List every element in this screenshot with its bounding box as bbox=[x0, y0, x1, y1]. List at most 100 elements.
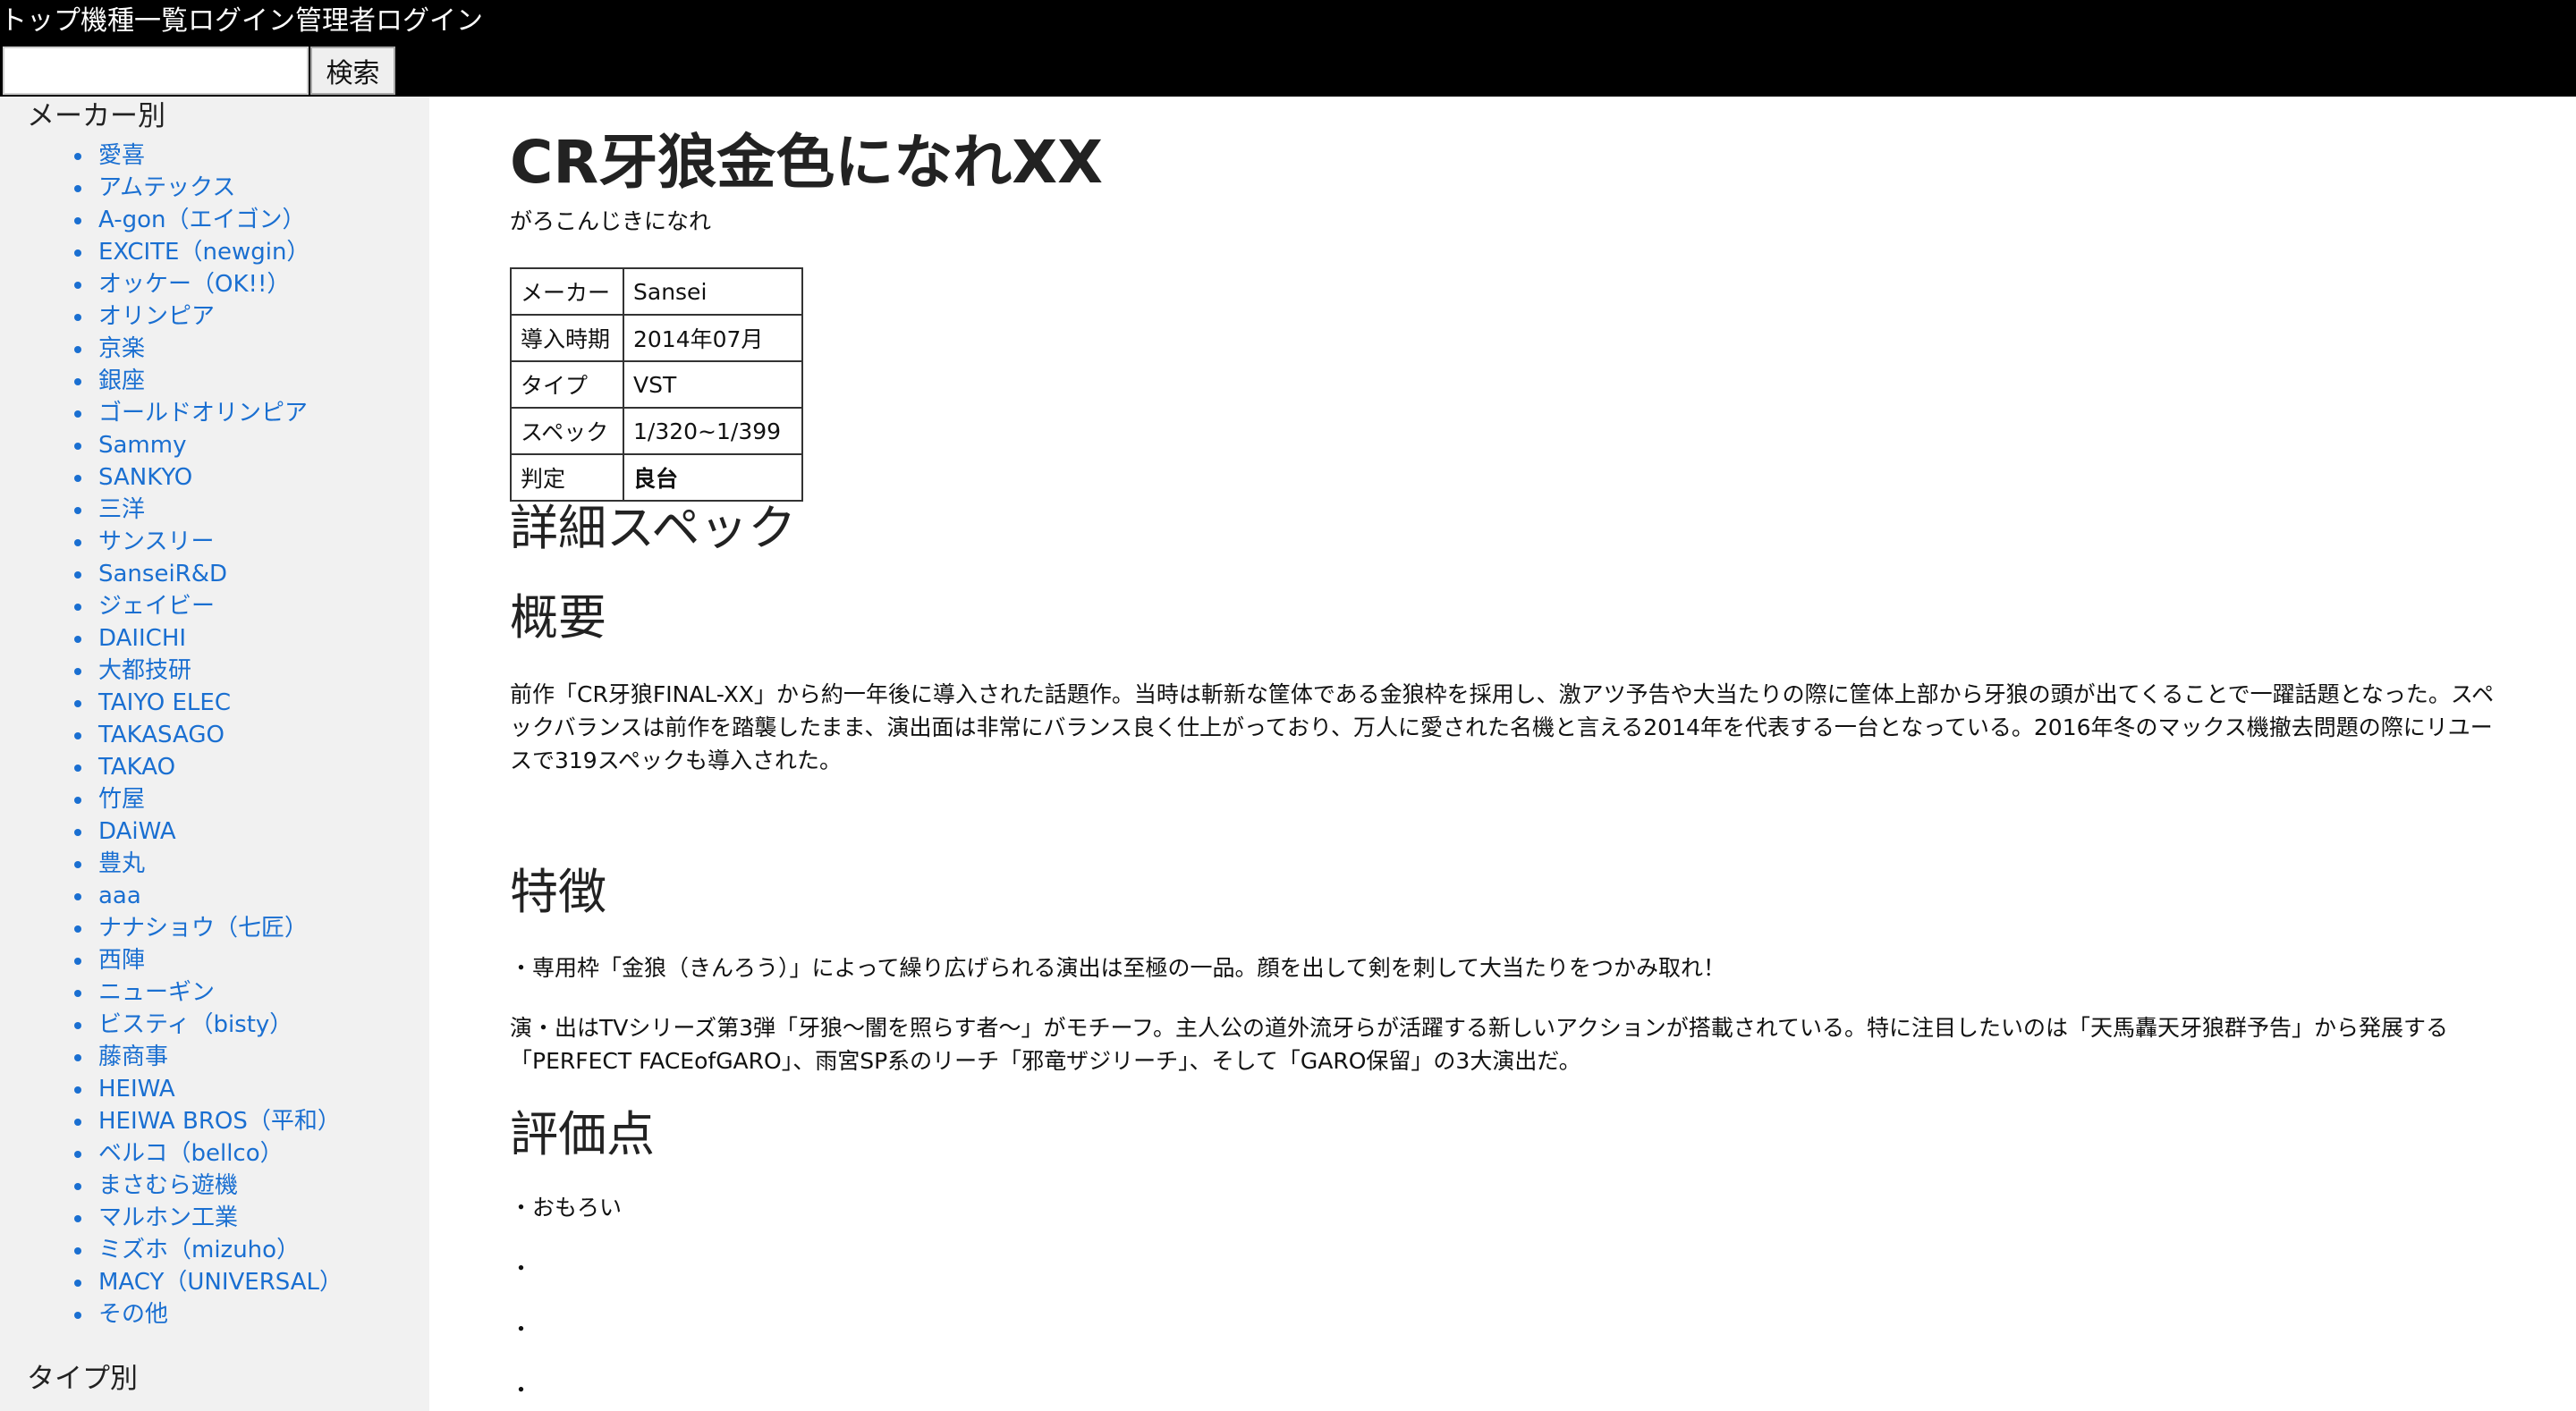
page-subtitle: がろこんじきになれ bbox=[510, 208, 712, 234]
maker-link[interactable]: サンスリー bbox=[98, 528, 214, 555]
maker-item: HEIWA BROS（平和） bbox=[73, 1105, 343, 1137]
maker-item: DAIICHI bbox=[73, 622, 343, 655]
maker-item: まさむら遊機 bbox=[73, 1170, 343, 1202]
maker-item: SANKYO bbox=[73, 461, 343, 494]
maker-item: A-gon（エイゴン） bbox=[73, 204, 343, 236]
maker-item: 京楽 bbox=[73, 333, 343, 365]
spec-row: 判定 良台 bbox=[510, 453, 803, 502]
maker-link[interactable]: 大都技研 bbox=[98, 657, 191, 684]
maker-link[interactable]: その他 bbox=[98, 1301, 168, 1328]
maker-link[interactable]: アムテックス bbox=[98, 174, 235, 201]
maker-item: ミズホ（mizuho） bbox=[73, 1234, 343, 1266]
spec-row: 導入時期 2014年07月 bbox=[510, 314, 803, 362]
nav-admin-login-link[interactable]: 管理者ログイン bbox=[295, 4, 483, 39]
spec-table: メーカー Sansei 導入時期 2014年07月 タイプ VST スペック 1… bbox=[510, 267, 803, 502]
maker-item: アムテックス bbox=[73, 172, 343, 204]
maker-link[interactable]: Sammy bbox=[98, 432, 186, 459]
maker-item: TAKAO bbox=[73, 751, 343, 783]
maker-item: 三洋 bbox=[73, 494, 343, 526]
maker-link[interactable]: 京楽 bbox=[98, 335, 145, 362]
maker-link[interactable]: HEIWA bbox=[98, 1076, 175, 1103]
maker-link[interactable]: ベルコ（bellco） bbox=[98, 1140, 284, 1167]
spec-value: 1/320~1/399 bbox=[623, 407, 803, 455]
maker-link[interactable]: TAKASAGO bbox=[98, 722, 225, 748]
maker-item: 藤商事 bbox=[73, 1041, 343, 1073]
review-item: ・ bbox=[510, 1377, 533, 1403]
nav-top-link[interactable]: トップ bbox=[0, 4, 80, 39]
spec-label: スペック bbox=[510, 407, 624, 455]
maker-link[interactable]: ナナショウ（七匠） bbox=[98, 915, 308, 942]
maker-link[interactable]: MACY（UNIVERSAL） bbox=[98, 1269, 343, 1296]
type-heading: タイプ別 bbox=[27, 1363, 138, 1395]
maker-link[interactable]: 三洋 bbox=[98, 496, 145, 523]
maker-link[interactable]: 銀座 bbox=[98, 368, 145, 394]
maker-link[interactable]: 豊丸 bbox=[98, 850, 145, 877]
maker-link[interactable]: 愛喜 bbox=[98, 142, 145, 169]
search-input[interactable] bbox=[3, 46, 309, 95]
maker-link[interactable]: EXCITE（newgin） bbox=[98, 239, 309, 266]
maker-link[interactable]: SanseiR&D bbox=[98, 561, 227, 587]
maker-link[interactable]: ゴールドオリンピア bbox=[98, 400, 308, 427]
nav-login-link[interactable]: ログイン bbox=[188, 4, 295, 39]
maker-link[interactable]: SANKYO bbox=[98, 464, 192, 491]
maker-item: ジェイビー bbox=[73, 590, 343, 622]
page-title: CR牙狼金色になれXX bbox=[510, 128, 1104, 197]
maker-link[interactable]: HEIWA BROS（平和） bbox=[98, 1108, 341, 1135]
maker-item: マルホン工業 bbox=[73, 1202, 343, 1234]
maker-item: TAKASAGO bbox=[73, 719, 343, 751]
spec-label: 導入時期 bbox=[510, 314, 624, 362]
maker-link[interactable]: DAIICHI bbox=[98, 625, 186, 652]
maker-link[interactable]: ニューギン bbox=[98, 979, 215, 1006]
maker-link[interactable]: TAIYO ELEC bbox=[98, 689, 231, 716]
maker-item: ゴールドオリンピア bbox=[73, 397, 343, 429]
review-heading: 評価点 bbox=[510, 1106, 655, 1162]
maker-item: ビスティ（bisty） bbox=[73, 1009, 343, 1041]
top-bar: トップ 機種一覧 ログイン 管理者ログイン 検索 bbox=[0, 0, 2576, 97]
sidebar: メーカー別 愛喜 アムテックス A-gon（エイゴン） EXCITE（newgi… bbox=[0, 97, 429, 1411]
maker-link[interactable]: ジェイビー bbox=[98, 593, 215, 620]
maker-item: オッケー（OK!!） bbox=[73, 268, 343, 300]
features-text-2: 演・出はTVシリーズ第3弾「牙狼〜闇を照らす者〜」がモチーフ。主人公の道外流牙ら… bbox=[510, 1015, 2449, 1074]
maker-link[interactable]: ビスティ（bisty） bbox=[98, 1011, 292, 1038]
maker-item: 大都技研 bbox=[73, 655, 343, 687]
top-nav: トップ 機種一覧 ログイン 管理者ログイン bbox=[0, 4, 483, 39]
spec-label: タイプ bbox=[510, 360, 624, 409]
main-content: CR牙狼金色になれXX がろこんじきになれ メーカー Sansei 導入時期 2… bbox=[510, 97, 2504, 1411]
maker-item: DAiWA bbox=[73, 815, 343, 848]
maker-list: 愛喜 アムテックス A-gon（エイゴン） EXCITE（newgin） オッケ… bbox=[73, 139, 343, 1331]
nav-models-link[interactable]: 機種一覧 bbox=[80, 4, 188, 39]
maker-link[interactable]: ミズホ（mizuho） bbox=[98, 1237, 300, 1263]
spec-label: メーカー bbox=[510, 267, 624, 316]
maker-item: ニューギン bbox=[73, 976, 343, 1009]
maker-link[interactable]: DAiWA bbox=[98, 818, 176, 845]
maker-link[interactable]: TAKAO bbox=[98, 754, 175, 781]
maker-item: ベルコ（bellco） bbox=[73, 1137, 343, 1170]
maker-item: 愛喜 bbox=[73, 139, 343, 172]
maker-link[interactable]: マルホン工業 bbox=[98, 1204, 238, 1231]
maker-item: TAIYO ELEC bbox=[73, 687, 343, 719]
overview-text: 前作「CR牙狼FINAL-XX」から約一年後に導入された話題作。当時は斬新な筐体… bbox=[510, 681, 2495, 773]
maker-item: Sammy bbox=[73, 429, 343, 461]
maker-link[interactable]: オリンピア bbox=[98, 303, 215, 330]
spec-value: VST bbox=[623, 360, 803, 409]
maker-link[interactable]: オッケー（OK!!） bbox=[98, 271, 290, 298]
maker-item: 西陣 bbox=[73, 944, 343, 976]
spec-row: タイプ VST bbox=[510, 360, 803, 409]
maker-item: SanseiR&D bbox=[73, 558, 343, 590]
maker-link[interactable]: A-gon（エイゴン） bbox=[98, 207, 306, 233]
detail-spec-heading: 詳細スペック bbox=[510, 500, 797, 556]
maker-item: aaa bbox=[73, 880, 343, 912]
review-item: ・おもろい bbox=[510, 1195, 623, 1221]
maker-item: 豊丸 bbox=[73, 848, 343, 880]
maker-link[interactable]: 西陣 bbox=[98, 947, 145, 974]
maker-item: サンスリー bbox=[73, 526, 343, 558]
maker-link[interactable]: aaa bbox=[98, 883, 141, 909]
maker-link[interactable]: 竹屋 bbox=[98, 786, 145, 813]
maker-item: その他 bbox=[73, 1298, 343, 1331]
spec-label: 判定 bbox=[510, 453, 624, 502]
maker-link[interactable]: まさむら遊機 bbox=[98, 1172, 238, 1199]
search-button[interactable]: 検索 bbox=[310, 46, 395, 95]
spec-row: スペック 1/320~1/399 bbox=[510, 407, 803, 455]
features-heading: 特徴 bbox=[510, 864, 606, 920]
maker-link[interactable]: 藤商事 bbox=[98, 1043, 168, 1070]
